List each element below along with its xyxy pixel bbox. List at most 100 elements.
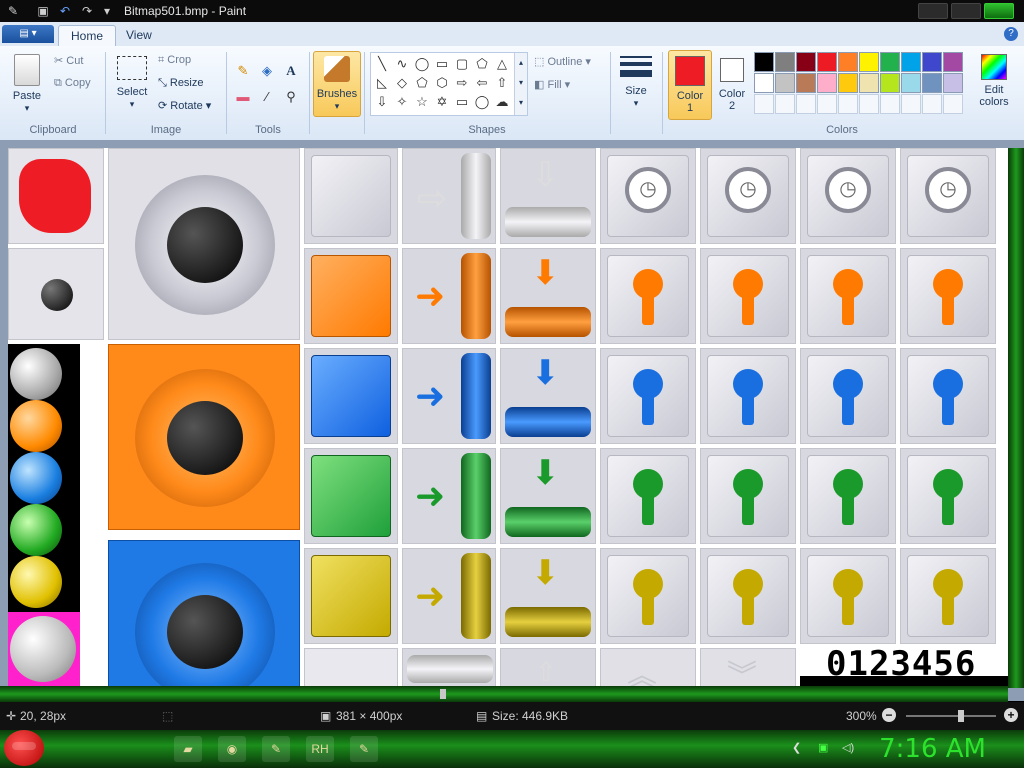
magnifier-icon[interactable]: ⚲ (280, 86, 302, 108)
palette-swatch[interactable] (817, 73, 837, 93)
start-button[interactable] (4, 730, 44, 766)
polygon-icon[interactable]: ⬠ (473, 55, 491, 73)
paint-taskbar-icon[interactable]: ✎ (262, 736, 290, 762)
close-button[interactable] (984, 3, 1014, 19)
paint-app-icon[interactable]: ✎ (4, 3, 22, 19)
rh-taskbar-button[interactable]: RH (306, 736, 334, 762)
palette-swatch[interactable] (901, 52, 921, 72)
tab-home[interactable]: Home (58, 25, 117, 47)
custom-color-slot[interactable] (796, 94, 816, 114)
redo-icon[interactable]: ↷ (78, 3, 96, 19)
rotate-button[interactable]: ⟳ Rotate ▾ (158, 99, 211, 112)
drawing-canvas[interactable]: ⇨ ➜ ➜ ➜ ➜ ⇩ ⬇ ⬇ ⬇ ⬇ ⇧ ◷ ◷ ◷ ◷ ︽ ︾ 012345… (8, 148, 1008, 686)
outline-button[interactable]: ⬚ Outline ▾ (534, 55, 591, 68)
zoom-slider[interactable] (906, 710, 996, 722)
palette-swatch[interactable] (754, 73, 774, 93)
callout-rect-icon[interactable]: ▭ (453, 93, 471, 111)
network-icon[interactable]: ▣ (818, 741, 828, 754)
callout-oval-icon[interactable]: ◯ (473, 93, 491, 111)
palette-swatch[interactable] (880, 52, 900, 72)
size-button[interactable]: Size ▾ (616, 52, 656, 116)
palette-swatch[interactable] (838, 73, 858, 93)
chevron-down-icon[interactable]: ▾ (98, 3, 116, 19)
hexagon-icon[interactable]: ⬡ (433, 74, 451, 92)
palette-swatch[interactable] (796, 73, 816, 93)
vertical-scrollbar[interactable] (1008, 148, 1024, 688)
palette-swatch[interactable] (754, 52, 774, 72)
six-point-star-icon[interactable]: ✡ (433, 93, 451, 111)
down-arrow-icon[interactable]: ⇩ (373, 93, 391, 111)
folder-icon[interactable]: ▰ (174, 736, 202, 762)
scroll-thumb[interactable] (440, 689, 446, 699)
custom-color-slot[interactable] (922, 94, 942, 114)
fill-bucket-icon[interactable]: ◈ (256, 60, 278, 82)
paint-menu-button[interactable]: ▤ ▾ (2, 25, 54, 43)
custom-color-slot[interactable] (754, 94, 774, 114)
palette-swatch[interactable] (775, 52, 795, 72)
paste-button[interactable]: Paste ▾ (8, 52, 46, 116)
left-arrow-icon[interactable]: ⇦ (473, 74, 491, 92)
right-arrow-icon[interactable]: ⇨ (453, 74, 471, 92)
crop-button[interactable]: ⌗ Crop (158, 54, 191, 67)
rounded-rect-icon[interactable]: ▢ (453, 55, 471, 73)
right-triangle-icon[interactable]: ◺ (373, 74, 391, 92)
cloud-callout-icon[interactable]: ☁ (493, 93, 511, 111)
select-button[interactable]: Select ▾ (112, 52, 152, 116)
line-icon[interactable]: ╲ (373, 55, 391, 73)
shapes-scroll[interactable]: ▴ ▾ ▾ (514, 53, 527, 115)
edit-colors-button[interactable]: Edit colors (976, 52, 1012, 116)
volume-icon[interactable]: ◁) (842, 741, 854, 754)
palette-swatch[interactable] (880, 73, 900, 93)
paint-active-taskbar-icon[interactable]: ✎ (350, 736, 378, 762)
chrome-icon[interactable]: ◉ (218, 736, 246, 762)
custom-color-slot[interactable] (901, 94, 921, 114)
brushes-button[interactable]: Brushes ▾ (313, 51, 361, 117)
palette-swatch[interactable] (922, 73, 942, 93)
cut-button[interactable]: ✂ Cut (54, 54, 83, 67)
zoom-in-button[interactable]: + (1004, 708, 1018, 722)
palette-swatch[interactable] (859, 52, 879, 72)
zoom-out-button[interactable]: − (882, 708, 896, 722)
custom-color-slot[interactable] (775, 94, 795, 114)
custom-color-slot[interactable] (880, 94, 900, 114)
help-icon[interactable]: ? (1004, 27, 1018, 41)
copy-button[interactable]: ⧉ Copy (54, 77, 91, 90)
palette-swatch[interactable] (922, 52, 942, 72)
four-point-star-icon[interactable]: ✧ (393, 93, 411, 111)
horizontal-scrollbar[interactable] (0, 686, 1008, 702)
minimize-button[interactable] (918, 3, 948, 19)
zoom-slider-thumb[interactable] (958, 710, 964, 722)
palette-swatch[interactable] (901, 73, 921, 93)
eraser-icon[interactable]: ▬ (232, 86, 254, 108)
custom-color-slot[interactable] (859, 94, 879, 114)
tab-view[interactable]: View (114, 25, 164, 46)
save-icon[interactable]: ▣ (34, 3, 52, 19)
color2-button[interactable]: Color 2 (714, 50, 750, 118)
palette-swatch[interactable] (817, 52, 837, 72)
rectangle-icon[interactable]: ▭ (433, 55, 451, 73)
color-picker-icon[interactable]: ⁄ (256, 86, 278, 108)
custom-color-slot[interactable] (838, 94, 858, 114)
diamond-icon[interactable]: ◇ (393, 74, 411, 92)
up-arrow-icon[interactable]: ⇧ (493, 74, 511, 92)
palette-swatch[interactable] (943, 73, 963, 93)
pencil-icon[interactable]: ✎ (232, 60, 254, 82)
text-tool-icon[interactable]: A (280, 60, 302, 82)
custom-color-slot[interactable] (817, 94, 837, 114)
taskbar-clock[interactable]: 7:16 AM (879, 734, 986, 764)
resize-button[interactable]: ⤡ Resize (158, 77, 204, 90)
five-point-star-icon[interactable]: ☆ (413, 93, 431, 111)
triangle-icon[interactable]: △ (493, 55, 511, 73)
oval-icon[interactable]: ◯ (413, 55, 431, 73)
maximize-button[interactable] (951, 3, 981, 19)
palette-swatch[interactable] (859, 73, 879, 93)
custom-color-slot[interactable] (943, 94, 963, 114)
chevron-left-icon[interactable]: ❮ (792, 741, 801, 754)
undo-icon[interactable]: ↶ (56, 3, 74, 19)
curve-icon[interactable]: ∿ (393, 55, 411, 73)
fill-button[interactable]: ◧ Fill ▾ (534, 78, 570, 91)
pentagon-icon[interactable]: ⬠ (413, 74, 431, 92)
palette-swatch[interactable] (943, 52, 963, 72)
palette-swatch[interactable] (796, 52, 816, 72)
color1-button[interactable]: Color 1 (668, 50, 712, 120)
